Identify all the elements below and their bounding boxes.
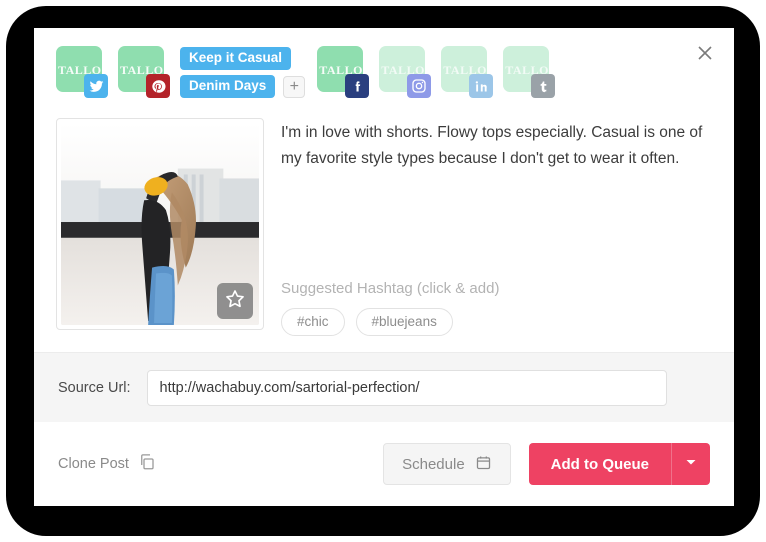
post-image-inner bbox=[61, 123, 259, 325]
suggested-hashtag-list: #chic #bluejeans bbox=[281, 308, 453, 336]
source-url-label: Source Url: bbox=[58, 380, 131, 396]
source-url-row: Source Url: bbox=[34, 352, 734, 423]
close-icon bbox=[697, 45, 713, 61]
schedule-label: Schedule bbox=[402, 455, 465, 473]
instagram-icon bbox=[407, 74, 432, 98]
tag-pill[interactable]: Keep it Casual bbox=[180, 47, 292, 70]
favorite-button[interactable] bbox=[217, 283, 253, 319]
suggested-hashtag-label: Suggested Hashtag (click & add) bbox=[281, 280, 500, 297]
tag-line-1: Keep it Casual bbox=[180, 47, 305, 70]
account-linkedin[interactable]: TALLO bbox=[441, 46, 494, 98]
account-twitter[interactable]: TALLO bbox=[56, 46, 108, 98]
post-caption[interactable]: I'm in love with shorts. Flowy tops espe… bbox=[281, 120, 721, 172]
dialog-footer: Clone Post Schedule Add to Queue bbox=[34, 422, 734, 506]
account-pinterest[interactable]: TALLO bbox=[118, 46, 170, 98]
copy-icon bbox=[138, 453, 156, 475]
tag-line-2: Denim Days + bbox=[180, 75, 306, 98]
footer-actions: Schedule Add to Queue bbox=[383, 443, 710, 485]
post-image[interactable] bbox=[56, 118, 264, 330]
add-to-queue-group: Add to Queue bbox=[528, 443, 710, 485]
star-icon bbox=[224, 288, 246, 315]
tag-group: Keep it Casual Denim Days + bbox=[180, 46, 306, 98]
calendar-icon bbox=[475, 454, 492, 475]
account-tumblr[interactable]: TALLO bbox=[503, 46, 556, 98]
account-facebook[interactable]: TALLO bbox=[317, 46, 370, 98]
source-url-input[interactable] bbox=[146, 370, 667, 406]
account-instagram[interactable]: TALLO bbox=[379, 46, 432, 98]
twitter-icon bbox=[84, 74, 108, 98]
add-to-queue-dropdown[interactable] bbox=[671, 443, 710, 485]
chevron-down-icon bbox=[685, 455, 697, 473]
post-composer-dialog: TALLO TALLO Keep it Casual Denim Days + … bbox=[34, 28, 734, 506]
add-to-queue-button[interactable]: Add to Queue bbox=[528, 443, 671, 485]
account-selector-row: TALLO TALLO Keep it Casual Denim Days + … bbox=[56, 46, 565, 108]
linkedin-icon bbox=[469, 74, 494, 98]
hashtag-chip[interactable]: #chic bbox=[281, 308, 345, 336]
device-frame: TALLO TALLO Keep it Casual Denim Days + … bbox=[0, 0, 766, 542]
facebook-icon bbox=[345, 74, 370, 98]
close-button[interactable] bbox=[690, 38, 720, 68]
pinterest-icon bbox=[146, 74, 170, 98]
add-tag-button[interactable]: + bbox=[283, 75, 306, 98]
hashtag-chip[interactable]: #bluejeans bbox=[355, 308, 453, 336]
clone-post-button[interactable]: Clone Post bbox=[58, 453, 156, 475]
tag-pill[interactable]: Denim Days bbox=[180, 75, 276, 98]
post-body: I'm in love with shorts. Flowy tops espe… bbox=[34, 112, 734, 352]
clone-post-label: Clone Post bbox=[58, 456, 129, 472]
tumblr-icon bbox=[531, 74, 556, 98]
schedule-button[interactable]: Schedule bbox=[383, 443, 511, 485]
